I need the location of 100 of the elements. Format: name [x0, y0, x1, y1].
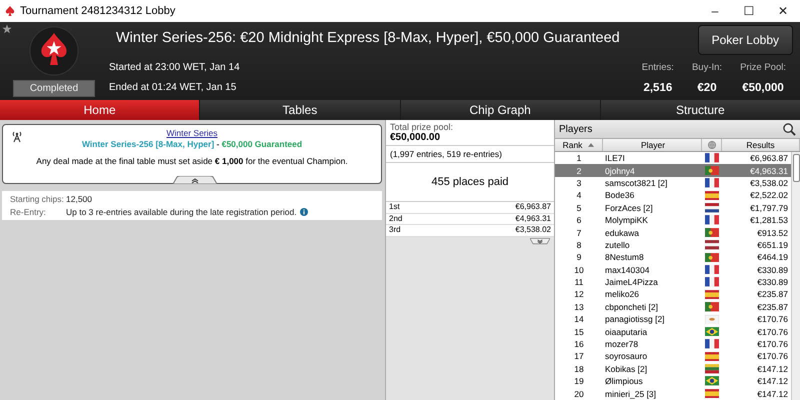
rank-cell-text: 5	[576, 202, 582, 213]
result-cell-text: €3,538.02	[749, 178, 789, 188]
player-row[interactable]: 1 ILE7I €6,963.87	[555, 152, 791, 164]
player-row[interactable]: 6 MolympiKK €1,281.53	[555, 214, 791, 226]
column-header[interactable]: Rank	[555, 139, 603, 151]
flag-icon	[705, 228, 719, 238]
result-cell-text: €1,281.53	[749, 215, 789, 226]
prize-pool-label: Total prize pool:	[390, 122, 454, 132]
result-cell-text: €913.52	[756, 228, 789, 238]
player-row[interactable]: 14 panagiotissg [2] €170.76	[555, 313, 791, 326]
result-cell-text: €4,963.31	[749, 166, 789, 176]
result-cell-text: €651.19	[756, 240, 789, 250]
spade-icon	[5, 6, 15, 16]
stat-value: €50,000	[742, 82, 784, 94]
window-control[interactable]: ☐	[732, 4, 766, 18]
player-row[interactable]: 5 ForzAces [2] €1,797.79	[555, 202, 791, 214]
player-row[interactable]: 4 Bode36 €2,522.02	[555, 189, 791, 202]
rank-cell-text: 13	[573, 302, 585, 312]
detail-value: Up to 3 re-entries available during the late registration period.	[66, 207, 297, 217]
rank-cell-text: 18	[573, 364, 585, 374]
result-cell-text: €170.76	[756, 326, 789, 337]
tab[interactable]: Chip Graph	[400, 100, 600, 120]
column-header[interactable]: Results	[722, 139, 800, 151]
scrollbar[interactable]	[791, 152, 800, 400]
result-cell-text: €147.12	[756, 388, 789, 399]
tab[interactable]: Home	[0, 100, 200, 120]
player-cell-text: samscot3821 [2]	[604, 178, 668, 188]
player-cell-text: JaimeL4Pizza	[604, 277, 659, 288]
player-cell-text: max140304	[604, 264, 650, 275]
player-row[interactable]: 9 8Nestum8 €464.19	[555, 251, 791, 264]
expand-handle[interactable]	[530, 238, 550, 244]
player-cell-text: ForzAces [2]	[604, 202, 654, 213]
flag-icon	[705, 203, 719, 212]
player-row[interactable]: 11 JaimeL4Pizza €330.89	[555, 276, 791, 288]
flag-icon	[705, 264, 719, 274]
player-row[interactable]: 10 max140304 €330.89	[555, 264, 791, 276]
player-row[interactable]: 16 mozer78 €170.76	[555, 338, 791, 350]
rank-cell-text: 12	[573, 289, 585, 300]
search-icon[interactable]	[783, 122, 796, 136]
player-row[interactable]: 13 cbponcheti [2] €235.87	[555, 300, 791, 314]
player-row[interactable]: 2 0johny4 €4,963.31	[555, 164, 791, 177]
player-cell-text: oiaaputaria	[604, 326, 648, 337]
rank-cell-text: 14	[573, 314, 585, 324]
column-header[interactable]: Player	[603, 139, 702, 151]
window-control[interactable]: –	[698, 4, 732, 18]
window-title: Tournament 2481234312 Lobby	[20, 5, 176, 17]
player-row[interactable]: 7 edukawa €913.52	[555, 226, 791, 239]
player-cell-text: cbponcheti [2]	[604, 302, 659, 312]
rank-cell-text: 2	[576, 166, 582, 176]
stat-value: €20	[697, 82, 717, 94]
rank-cell-text: 4	[576, 190, 582, 200]
info-icon[interactable]	[300, 208, 308, 216]
stat-label: Entries:	[642, 62, 674, 73]
deal-note: Any deal made at the final table must set aside € 1,000 for the eventual Champion.	[36, 156, 348, 166]
places-paid: 455 places paid	[386, 163, 554, 202]
flag-icon	[705, 302, 719, 312]
end-time: Ended at 01:24 WET, Jan 15	[109, 82, 238, 93]
flag-icon	[705, 153, 719, 163]
flag-icon	[705, 388, 719, 398]
flag-icon	[705, 364, 719, 374]
entries-summary: (1,997 entries, 519 re-entries)	[386, 146, 554, 163]
rank-cell-text: 6	[576, 215, 582, 226]
flag-icon	[705, 215, 719, 225]
result-cell-text: €147.12	[756, 376, 789, 386]
player-row[interactable]: 12 meliko26 €235.87	[555, 288, 791, 301]
star-icon[interactable]	[2, 24, 12, 34]
rank-cell-text: 11	[574, 277, 584, 288]
tournament-title: Winter Series-256: €20 Midnight Express [8-Max, Hyper], €50,000 Guaranteed	[116, 30, 620, 46]
tab[interactable]: Structure	[600, 100, 800, 120]
flag-icon	[705, 190, 719, 200]
rank-cell-text: 3	[576, 178, 582, 188]
result-cell-text: €170.76	[756, 339, 789, 350]
player-row[interactable]: 19 Ølimpious €147.12	[555, 375, 791, 388]
amount-cell: €6,963.87	[515, 202, 551, 212]
flag-icon	[705, 166, 719, 176]
logo-icon	[29, 26, 79, 76]
player-row[interactable]: 18 Kobikas [2] €147.12	[555, 362, 791, 376]
player-row[interactable]: 15 oiaaputaria €170.76	[555, 325, 791, 338]
player-cell-text: soyrosauro	[604, 351, 648, 362]
result-cell-text: €330.89	[756, 277, 789, 288]
result-cell-text: €330.89	[756, 264, 789, 275]
player-row[interactable]: 17 soyrosauro €170.76	[555, 350, 791, 363]
player-row[interactable]: 3 samscot3821 [2] €3,538.02	[555, 176, 791, 190]
player-cell-text: zutello	[604, 240, 631, 250]
player-row[interactable]: 8 zutello €651.19	[555, 238, 791, 252]
rank-cell-text: 17	[573, 351, 585, 362]
result-cell-text: €170.76	[756, 351, 789, 362]
series-link[interactable]: Winter Series	[166, 128, 218, 138]
player-cell-text: minieri_25 [3]	[604, 388, 658, 399]
poker-lobby-button[interactable]: Poker Lobby	[698, 25, 793, 55]
tab[interactable]: Tables	[200, 100, 400, 120]
flag-icon	[705, 339, 719, 349]
player-row[interactable]: 20 minieri_25 [3] €147.12	[555, 387, 791, 400]
collapse-handle[interactable]	[173, 176, 217, 184]
rank-cell-text: 1	[576, 153, 582, 164]
rank-cell-text: 19	[573, 376, 585, 386]
window-control[interactable]: ✕	[766, 4, 800, 18]
rank-cell-text: 10	[573, 264, 585, 275]
player-cell-text: panagiotissg [2]	[604, 314, 666, 324]
flag-icon	[705, 252, 719, 262]
